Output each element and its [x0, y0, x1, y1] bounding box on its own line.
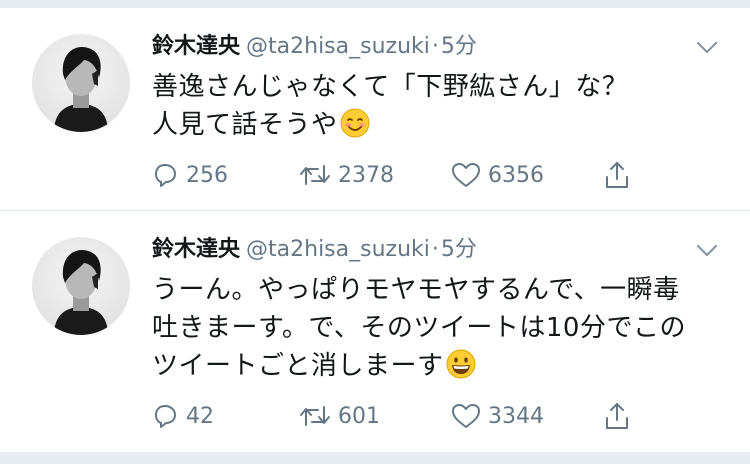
avatar[interactable] [32, 34, 130, 132]
retweet-count: 601 [338, 403, 380, 429]
tweet-text-line: 善逸さんじゃなくて「下野紘さん」な？ [152, 72, 629, 102]
author-handle[interactable]: @ta2hisa_suzuki [246, 34, 430, 59]
author-name[interactable]: 鈴木達央 [152, 34, 240, 59]
tweet-text-line: 人見て話そうや [152, 110, 338, 140]
reply-button[interactable]: 256 [150, 158, 228, 192]
retweet-button[interactable]: 2378 [298, 158, 394, 192]
avatar[interactable] [32, 237, 130, 335]
reply-count: 42 [186, 403, 214, 429]
share-button[interactable] [602, 158, 632, 192]
tweet-text: 善逸さんじゃなくて「下野紘さん」な？ 人見て話そうや [152, 68, 712, 144]
chevron-down-icon[interactable] [696, 243, 718, 259]
share-button[interactable] [602, 399, 632, 433]
retweet-count: 2378 [338, 162, 394, 188]
smiling-face-icon [340, 108, 370, 138]
like-button[interactable]: 6356 [450, 158, 544, 192]
tweet-header: 鈴木達央 @ta2hisa_suzuki·5分 [152, 235, 477, 265]
reply-icon [155, 164, 176, 187]
separator: · [431, 34, 439, 59]
tweet-actions: 42 601 3344 [150, 399, 710, 433]
author-name[interactable]: 鈴木達央 [152, 237, 240, 262]
heart-icon [452, 163, 480, 187]
separator: · [431, 237, 439, 262]
author-handle[interactable]: @ta2hisa_suzuki [246, 237, 430, 262]
like-button[interactable]: 3344 [450, 399, 544, 433]
share-icon [606, 162, 628, 188]
tweet-text-line: ツイートごと消しまーす [152, 351, 444, 381]
timeline-bottom-gap [0, 452, 750, 464]
reply-count: 256 [186, 162, 228, 188]
chevron-down-icon[interactable] [696, 40, 718, 56]
tweet-text-line-with-emoji: 人見て話そうや [152, 106, 712, 144]
timestamp[interactable]: 5分 [441, 34, 477, 59]
reply-button[interactable]: 42 [150, 399, 214, 433]
like-count: 3344 [488, 403, 544, 429]
tweet-text: うーん。やっぱりモヤモヤするんで、一瞬毒 吐きまーす。で、そのツイートは10分で… [152, 271, 712, 385]
tweet-actions: 256 2378 6356 [150, 158, 710, 192]
tweet-header: 鈴木達央 @ta2hisa_suzuki·5分 [152, 32, 477, 62]
retweet-icon [300, 406, 330, 426]
timeline-top-gap [0, 0, 750, 8]
heart-icon [452, 404, 480, 428]
retweet-icon [300, 165, 330, 185]
like-count: 6356 [488, 162, 544, 188]
tweet[interactable]: 鈴木達央 @ta2hisa_suzuki·5分 うーん。やっぱりモヤモヤするんで、… [0, 211, 750, 452]
tweet-text-line: うーん。やっぱりモヤモヤするんで、一瞬毒 [152, 275, 680, 305]
tweet[interactable]: 鈴木達央 @ta2hisa_suzuki·5分 善逸さんじゃなくて「下野紘さん」な… [0, 8, 750, 210]
reply-icon [155, 405, 176, 428]
retweet-button[interactable]: 601 [298, 399, 380, 433]
timestamp[interactable]: 5分 [441, 237, 477, 262]
tweet-text-line: 吐きまーす。で、そのツイートは10分でこの [152, 313, 686, 343]
grinning-face-icon [446, 349, 476, 379]
share-icon [606, 403, 628, 429]
tweet-text-line-with-emoji: ツイートごと消しまーす [152, 347, 712, 385]
